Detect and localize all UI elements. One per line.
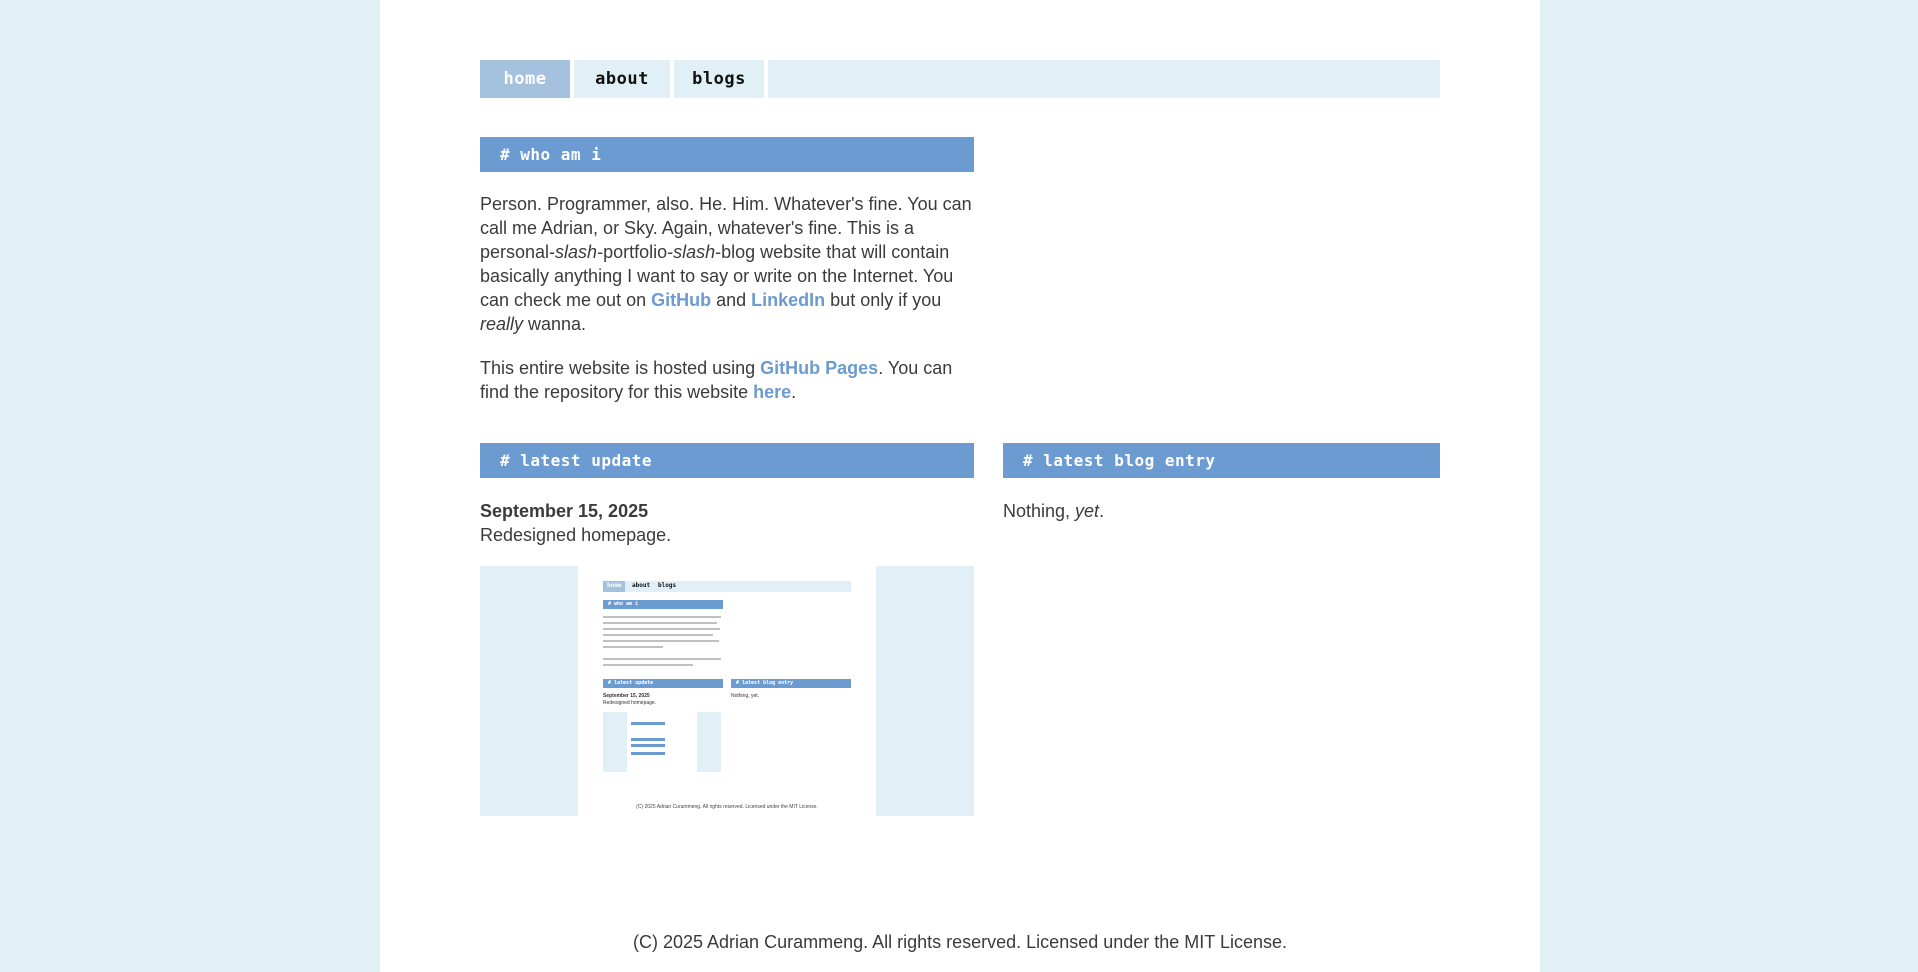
- update-date: September 15, 2025: [480, 501, 649, 521]
- nav-blogs[interactable]: blogs: [674, 60, 768, 98]
- preview-date: September 15, 2025: [603, 693, 650, 699]
- who-text-d: but only if you: [825, 290, 942, 310]
- preview-blog-text: Nothing, yet.: [731, 693, 760, 699]
- preview-text-line: [603, 646, 663, 648]
- preview-text-line: [603, 634, 713, 636]
- preview-blog-heading: # latest blog entry: [731, 679, 851, 688]
- update-text: Redesigned homepage.: [480, 525, 672, 545]
- blog-text-a: Nothing,: [1003, 501, 1076, 521]
- preview-who-heading: # who am i: [603, 600, 723, 609]
- who-text-and: and: [711, 290, 752, 310]
- preview-nav-home: home: [607, 582, 622, 589]
- who-really: really: [480, 314, 524, 334]
- latest-blog-heading: # latest blog entry: [1003, 443, 1440, 478]
- github-link[interactable]: GitHub: [651, 290, 711, 310]
- preview-footer: (C) 2025 Adrian Curammeng. All rights re…: [636, 804, 818, 810]
- linkedin-link[interactable]: LinkedIn: [751, 290, 825, 310]
- homepage-preview-image: home about blogs # who am i # latest upd…: [480, 566, 974, 816]
- preview-nav-blogs: blogs: [658, 582, 677, 589]
- latest-update-heading: # latest update: [480, 443, 974, 478]
- preview-nested-page: [627, 712, 697, 772]
- preview-text-line: [603, 664, 693, 666]
- latest-blog-content: Nothing, yet.: [1003, 499, 1440, 523]
- page-content: home about blogs # who am i Person. Prog…: [380, 0, 1540, 972]
- repository-link[interactable]: here: [753, 382, 791, 402]
- preview-update-text: Redesigned homepage.: [603, 700, 657, 706]
- who-text-b: -portfolio-: [597, 242, 674, 262]
- top-navigation: home about blogs: [480, 60, 1440, 98]
- preview-text-line: [603, 628, 720, 630]
- preview-nested-bar: [631, 752, 665, 755]
- preview-nested-bar: [631, 722, 665, 725]
- who-am-i-heading: # who am i: [480, 137, 974, 172]
- preview-nested-image: [603, 712, 721, 772]
- nav-home[interactable]: home: [480, 60, 574, 98]
- who-am-i-paragraph: Person. Programmer, also. He. Him. Whate…: [480, 192, 980, 336]
- who-text-e: wanna.: [523, 314, 587, 334]
- hosting-paragraph: This entire website is hosted using GitH…: [480, 356, 980, 404]
- blog-text-yet: yet: [1075, 501, 1100, 521]
- hosting-text-c: .: [791, 382, 797, 402]
- preview-text-line: [603, 622, 717, 624]
- preview-text-line: [603, 616, 721, 618]
- preview-nav-about: about: [632, 582, 651, 589]
- who-slash-1: slash: [555, 242, 598, 262]
- blog-text-b: .: [1099, 501, 1105, 521]
- who-slash-2: slash: [673, 242, 716, 262]
- preview-nav: home about blogs: [603, 581, 851, 592]
- preview-nested-bar: [631, 738, 665, 741]
- hosting-text-a: This entire website is hosted using: [480, 358, 761, 378]
- nav-about[interactable]: about: [574, 60, 674, 98]
- page-footer: (C) 2025 Adrian Curammeng. All rights re…: [633, 932, 1287, 952]
- preview-update-heading: # latest update: [603, 679, 723, 688]
- github-pages-link[interactable]: GitHub Pages: [760, 358, 878, 378]
- preview-page: home about blogs # who am i # latest upd…: [578, 566, 876, 816]
- latest-update-content: September 15, 2025 Redesigned homepage.: [480, 499, 974, 547]
- preview-text-line: [603, 640, 719, 642]
- preview-text-line: [603, 658, 721, 660]
- preview-nested-bar: [631, 744, 665, 747]
